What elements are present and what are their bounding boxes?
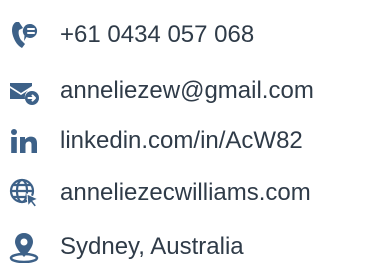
contact-list: +61 0434 057 068 anneliezew@gmail.com li… bbox=[0, 0, 375, 278]
phone-icon bbox=[8, 19, 40, 51]
contact-item-phone: +61 0434 057 068 bbox=[0, 15, 375, 55]
email-address[interactable]: anneliezew@gmail.com bbox=[60, 79, 314, 103]
website-url[interactable]: anneliezecwilliams.com bbox=[60, 181, 311, 205]
email-icon bbox=[8, 75, 40, 107]
location-text: Sydney, Australia bbox=[60, 233, 244, 260]
contact-item-website: anneliezecwilliams.com bbox=[0, 173, 375, 213]
contact-item-linkedin: linkedin.com/in/AcW82 bbox=[0, 121, 375, 161]
contact-item-email: anneliezew@gmail.com bbox=[0, 71, 375, 111]
linkedin-icon bbox=[8, 125, 40, 157]
linkedin-url[interactable]: linkedin.com/in/AcW82 bbox=[60, 129, 303, 153]
phone-number[interactable]: +61 0434 057 068 bbox=[60, 23, 254, 47]
contact-item-location: Sydney, Australia bbox=[0, 227, 375, 267]
location-icon bbox=[8, 231, 40, 263]
globe-icon bbox=[8, 177, 40, 209]
